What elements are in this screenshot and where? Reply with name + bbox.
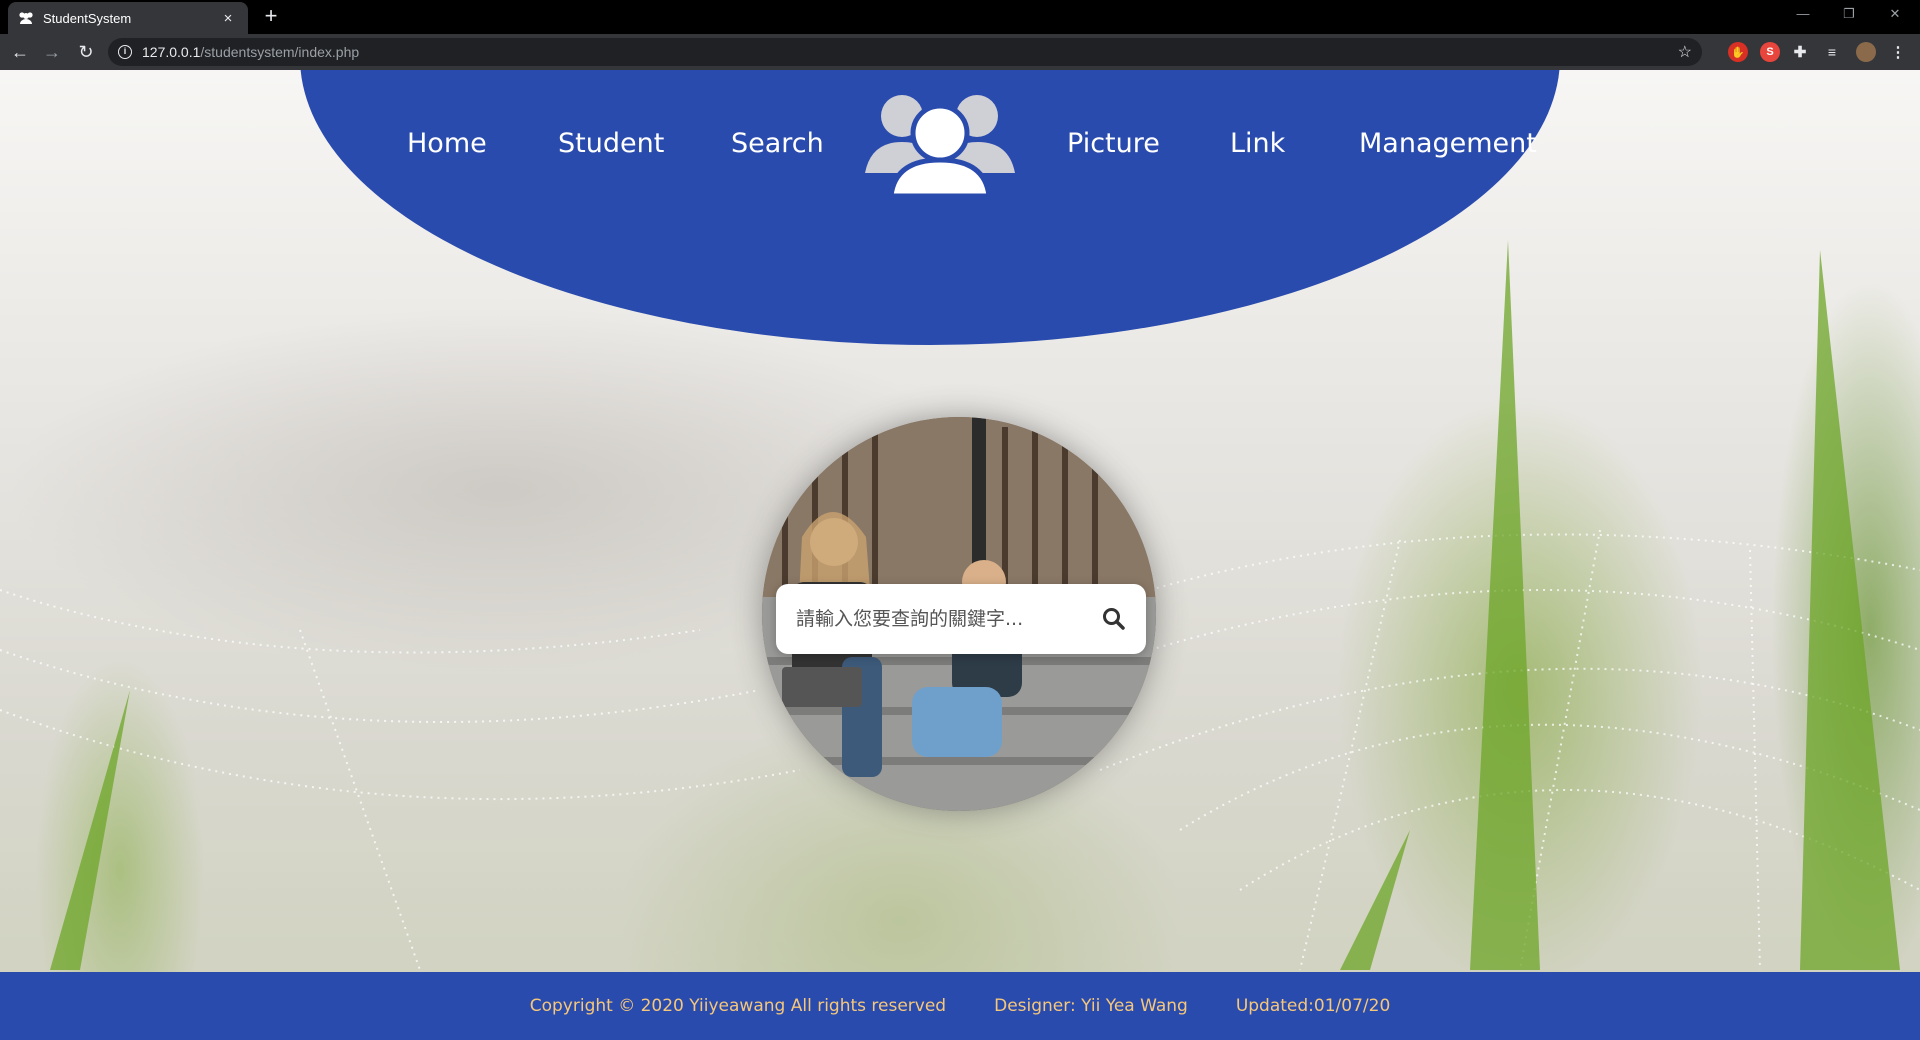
address-bar[interactable]: i 127.0.0.1/studentsystem/index.php ☆ bbox=[108, 38, 1702, 66]
new-tab-button[interactable]: + bbox=[258, 4, 284, 30]
tab-title: StudentSystem bbox=[43, 10, 132, 26]
footer-updated: Updated:01/07/20 bbox=[1235, 996, 1391, 1016]
restore-button[interactable]: ❐ bbox=[1826, 0, 1872, 30]
extension-hand-icon[interactable]: ✋ bbox=[1728, 42, 1748, 62]
forward-arrow-icon[interactable]: → bbox=[40, 40, 64, 64]
menu-kebab-icon[interactable]: ⋮ bbox=[1888, 42, 1908, 62]
nav-picture[interactable]: Picture bbox=[1067, 128, 1160, 159]
footer-designer: Designer: Yii Yea Wang bbox=[994, 996, 1188, 1016]
url-text: 127.0.0.1/studentsystem/index.php bbox=[142, 44, 360, 60]
footer: Copyright © 2020 Yiiyeawang All rights r… bbox=[0, 972, 1920, 1040]
back-arrow-icon[interactable]: ← bbox=[8, 40, 32, 64]
search-box bbox=[776, 584, 1146, 654]
page-viewport: Home Student Search Picture Link Managem… bbox=[0, 70, 1920, 1040]
nav-management[interactable]: Management bbox=[1359, 128, 1537, 159]
browser-tab-strip: StudentSystem × + — ❐ ✕ bbox=[0, 0, 1920, 34]
tab-close-icon[interactable]: × bbox=[218, 10, 238, 27]
reload-icon[interactable]: ↻ bbox=[74, 40, 98, 64]
users-favicon-icon bbox=[18, 10, 34, 26]
nav-home[interactable]: Home bbox=[407, 128, 487, 159]
search-icon[interactable] bbox=[1100, 605, 1128, 633]
browser-toolbar: ← → ↻ i 127.0.0.1/studentsystem/index.ph… bbox=[0, 34, 1920, 70]
nav-link[interactable]: Link bbox=[1230, 128, 1285, 159]
footer-copyright: Copyright © 2020 Yiiyeawang All rights r… bbox=[529, 996, 947, 1016]
extensions-puzzle-icon[interactable]: ✚ bbox=[1790, 42, 1810, 62]
reading-list-icon[interactable]: ≡ bbox=[1822, 42, 1842, 62]
nav-student[interactable]: Student bbox=[558, 128, 664, 159]
bookmark-star-icon[interactable]: ☆ bbox=[1678, 42, 1692, 62]
minimize-button[interactable]: — bbox=[1780, 0, 1826, 30]
users-group-icon[interactable] bbox=[865, 90, 1015, 199]
profile-avatar[interactable] bbox=[1856, 42, 1876, 62]
site-info-icon[interactable]: i bbox=[118, 45, 132, 59]
search-input[interactable] bbox=[796, 608, 1100, 630]
nav-search[interactable]: Search bbox=[731, 128, 824, 159]
browser-tab[interactable]: StudentSystem × bbox=[8, 2, 248, 34]
close-window-button[interactable]: ✕ bbox=[1872, 0, 1918, 30]
extension-s-icon[interactable]: S bbox=[1760, 42, 1780, 62]
